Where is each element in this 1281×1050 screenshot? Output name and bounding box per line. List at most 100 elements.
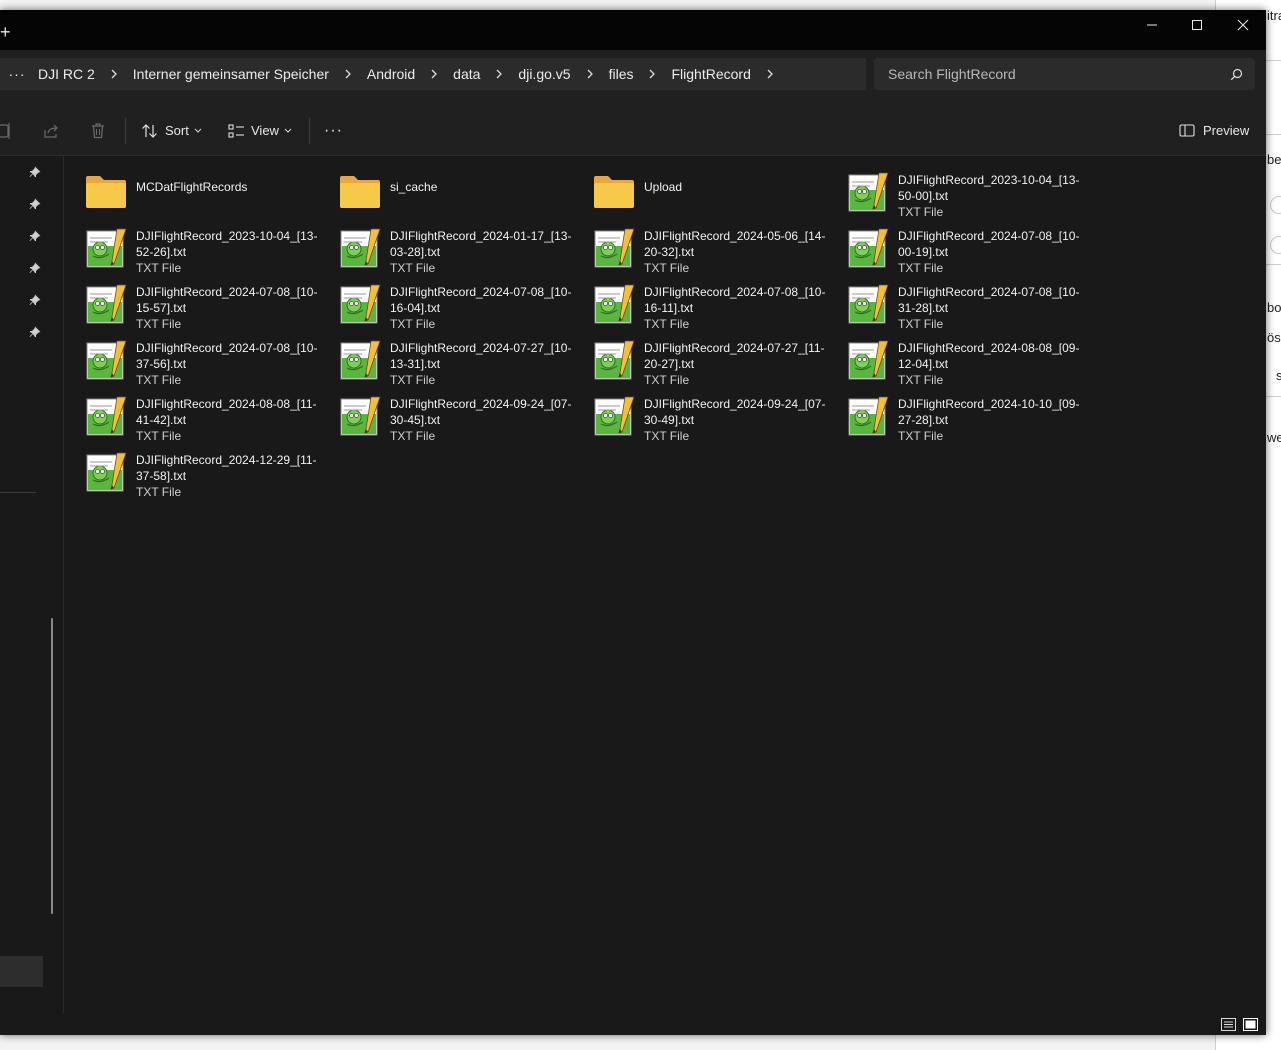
file-item[interactable]: DJIFlightRecord_2024-07-27_[11-20-27].tx… xyxy=(572,332,825,387)
breadcrumb-more-button[interactable]: ··· xyxy=(0,66,34,82)
preview-button[interactable]: Preview xyxy=(1179,106,1249,155)
file-item[interactable]: DJIFlightRecord_2024-07-08_[10-31-28].tx… xyxy=(826,276,1079,331)
file-name: DJIFlightRecord_2024-07-27_[11-20-27].tx… xyxy=(644,341,825,371)
minimize-button[interactable] xyxy=(1129,10,1175,40)
details-view-button[interactable] xyxy=(1220,1016,1237,1032)
pin-icon[interactable] xyxy=(29,198,41,210)
close-button[interactable] xyxy=(1220,10,1266,40)
file-item[interactable]: DJIFlightRecord_2024-07-08_[10-16-11].tx… xyxy=(572,276,825,331)
large-icons-view-icon xyxy=(1243,1017,1258,1031)
chevron-right-icon[interactable] xyxy=(101,69,127,79)
pin-icon[interactable] xyxy=(29,262,41,274)
breadcrumb[interactable]: ··· DJI RC 2 Interner gemeinsamer Speich… xyxy=(0,58,866,90)
chevron-right-icon[interactable] xyxy=(421,69,447,79)
chevron-right-icon[interactable] xyxy=(639,69,665,79)
rename-icon xyxy=(0,122,10,139)
file-label: DJIFlightRecord_2024-07-08_[10-16-04].tx… xyxy=(390,284,576,332)
notepad-file-icon xyxy=(592,282,636,326)
breadcrumb-item[interactable]: files xyxy=(603,66,640,82)
toolbar-divider xyxy=(125,118,126,144)
breadcrumb-item[interactable]: DJI RC 2 xyxy=(34,66,101,82)
maximize-button[interactable] xyxy=(1174,10,1220,40)
file-name: DJIFlightRecord_2023-10-04_[13-52-26].tx… xyxy=(136,229,318,259)
breadcrumb-item[interactable]: Android xyxy=(361,66,421,82)
background-circle-icon xyxy=(1270,196,1281,214)
file-name: DJIFlightRecord_2024-09-24_[07-30-45].tx… xyxy=(390,397,572,427)
file-item[interactable]: DJIFlightRecord_2024-09-24_[07-30-49].tx… xyxy=(572,388,825,443)
pin-icon[interactable] xyxy=(29,166,41,178)
sort-icon xyxy=(142,123,157,138)
file-type: TXT File xyxy=(898,317,944,331)
file-item[interactable]: DJIFlightRecord_2024-09-24_[07-30-45].tx… xyxy=(318,388,571,443)
background-circle-icon xyxy=(1270,236,1281,254)
notepad-file-icon xyxy=(592,394,636,438)
file-type: TXT File xyxy=(136,317,182,331)
file-item[interactable]: DJIFlightRecord_2024-07-27_[10-13-31].tx… xyxy=(318,332,571,387)
file-name: DJIFlightRecord_2024-09-24_[07-30-49].tx… xyxy=(644,397,826,427)
navigation-divider xyxy=(0,492,36,493)
folder-item[interactable]: si_cache xyxy=(318,164,568,216)
file-name: DJIFlightRecord_2024-07-08_[10-37-56].tx… xyxy=(136,341,318,371)
file-item[interactable]: DJIFlightRecord_2024-08-08_[11-41-42].tx… xyxy=(64,388,317,443)
folder-item[interactable]: Upload xyxy=(572,164,822,216)
notepad-file-icon xyxy=(338,226,382,270)
navigation-pane xyxy=(0,156,64,1023)
breadcrumb-item[interactable]: data xyxy=(447,66,486,82)
large-icons-view-button[interactable] xyxy=(1242,1016,1259,1032)
file-item[interactable]: DJIFlightRecord_2024-12-29_[11-37-58].tx… xyxy=(64,444,317,499)
navigation-selected-item[interactable] xyxy=(0,956,43,987)
delete-button[interactable] xyxy=(90,106,106,155)
breadcrumb-item[interactable]: Interner gemeinsamer Speicher xyxy=(127,66,335,82)
file-item[interactable]: DJIFlightRecord_2024-01-17_[13-03-28].tx… xyxy=(318,220,571,275)
file-item[interactable]: DJIFlightRecord_2024-08-08_[09-12-04].tx… xyxy=(826,332,1079,387)
search-input[interactable] xyxy=(874,65,1217,83)
pin-icon[interactable] xyxy=(29,294,41,306)
file-item[interactable]: DJIFlightRecord_2024-05-06_[14-20-32].tx… xyxy=(572,220,825,275)
view-button[interactable]: View xyxy=(228,106,292,155)
notepad-file-icon xyxy=(84,282,128,326)
share-button[interactable] xyxy=(42,106,60,155)
breadcrumb-item[interactable]: dji.go.v5 xyxy=(512,66,576,82)
chevron-right-icon[interactable] xyxy=(577,69,603,79)
sort-button[interactable]: Sort xyxy=(141,106,202,155)
file-item[interactable]: DJIFlightRecord_2023-10-04_[13-50-00].tx… xyxy=(826,164,1079,219)
notepad-file-icon xyxy=(846,226,890,270)
view-label: View xyxy=(251,123,279,138)
navigation-scrollbar[interactable] xyxy=(51,618,53,914)
file-label: MCDatFlightRecords xyxy=(136,179,322,195)
file-label: DJIFlightRecord_2024-07-08_[10-15-57].tx… xyxy=(136,284,322,332)
rename-button[interactable] xyxy=(0,106,12,155)
chevron-right-icon[interactable] xyxy=(757,69,783,79)
notepad-file-icon xyxy=(84,226,128,270)
file-name: DJIFlightRecord_2024-07-08_[10-00-19].tx… xyxy=(898,229,1080,259)
maximize-icon xyxy=(1192,20,1202,30)
pin-icon[interactable] xyxy=(29,326,41,338)
search-icon[interactable] xyxy=(1217,68,1255,81)
file-name: DJIFlightRecord_2024-07-27_[10-13-31].tx… xyxy=(390,341,572,371)
file-item[interactable]: DJIFlightRecord_2024-07-08_[10-15-57].tx… xyxy=(64,276,317,331)
file-name: DJIFlightRecord_2024-08-08_[11-41-42].tx… xyxy=(136,397,317,427)
file-label: DJIFlightRecord_2024-09-24_[07-30-49].tx… xyxy=(644,396,830,444)
chevron-right-icon[interactable] xyxy=(486,69,512,79)
folder-item[interactable]: MCDatFlightRecords xyxy=(64,164,314,216)
pin-icon[interactable] xyxy=(29,230,41,242)
file-label: DJIFlightRecord_2024-05-06_[14-20-32].tx… xyxy=(644,228,830,276)
file-type: TXT File xyxy=(390,429,436,443)
chevron-right-icon[interactable] xyxy=(335,69,361,79)
new-tab-button[interactable]: + xyxy=(0,23,11,41)
toolbar-divider xyxy=(309,118,310,144)
file-name: Upload xyxy=(644,180,683,194)
file-item[interactable]: DJIFlightRecord_2023-10-04_[13-52-26].tx… xyxy=(64,220,317,275)
search-box[interactable] xyxy=(874,58,1255,90)
file-item[interactable]: DJIFlightRecord_2024-07-08_[10-00-19].tx… xyxy=(826,220,1079,275)
breadcrumb-item[interactable]: FlightRecord xyxy=(665,66,756,82)
file-item[interactable]: DJIFlightRecord_2024-07-08_[10-37-56].tx… xyxy=(64,332,317,387)
more-options-button[interactable]: ··· xyxy=(324,106,343,155)
file-item[interactable]: DJIFlightRecord_2024-07-08_[10-16-04].tx… xyxy=(318,276,571,331)
file-name: DJIFlightRecord_2024-01-17_[13-03-28].tx… xyxy=(390,229,572,259)
notepad-file-icon xyxy=(592,338,636,382)
notepad-file-icon xyxy=(338,394,382,438)
file-label: DJIFlightRecord_2024-07-08_[10-37-56].tx… xyxy=(136,340,322,388)
file-item[interactable]: DJIFlightRecord_2024-10-10_[09-27-28].tx… xyxy=(826,388,1079,443)
notepad-file-icon xyxy=(846,394,890,438)
